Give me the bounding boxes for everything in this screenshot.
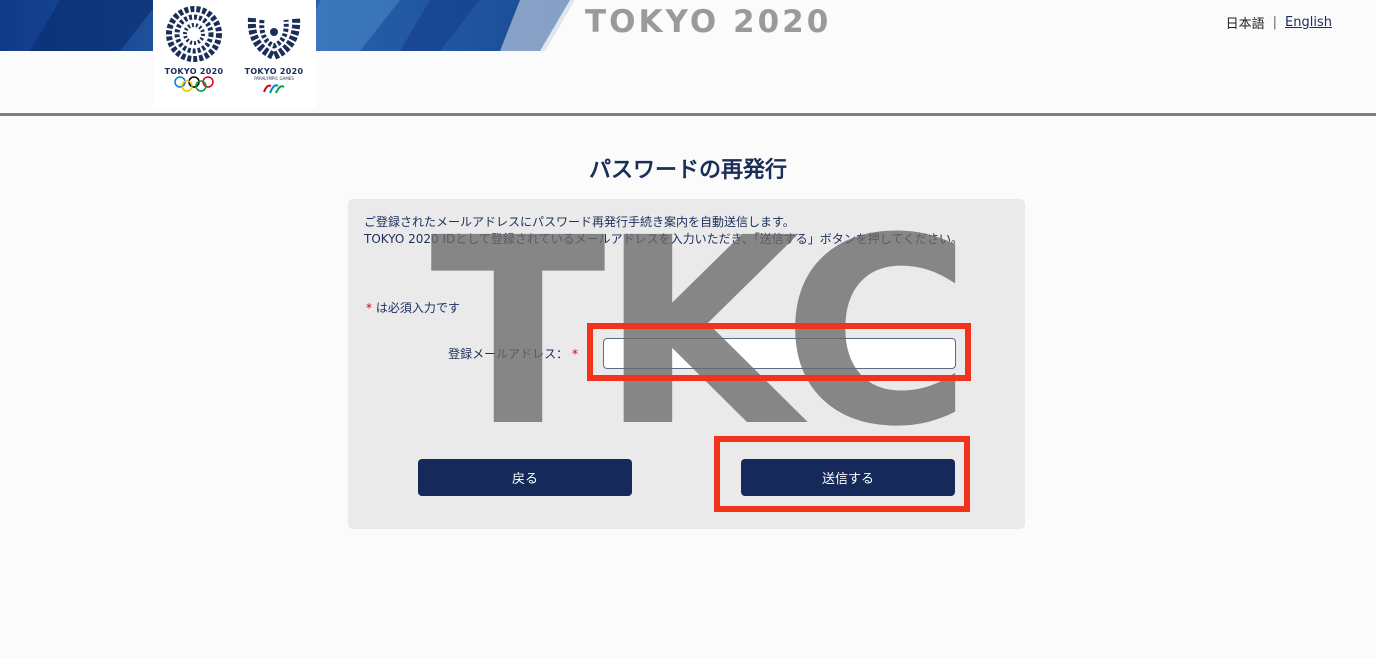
password-reset-form: ご登録されたメールアドレスにパスワード再発行手続き案内を自動送信します。 TOK… xyxy=(348,199,1025,529)
lang-separator: | xyxy=(1272,15,1278,30)
intro-line-1: ご登録されたメールアドレスにパスワード再発行手続き案内を自動送信します。 xyxy=(364,215,795,229)
intro-line-2: TOKYO 2020 IDとして登録されているメールアドレスを入力いただき、「送… xyxy=(364,232,964,246)
required-asterisk: * xyxy=(366,301,372,315)
paralympic-logo-subcaption: PARALYMPIC GAMES xyxy=(254,76,294,81)
logo-panel: TOKYO 2020 TOKYO 2020 PARALYMPIC GAMES xyxy=(153,0,316,108)
intro-text: ご登録されたメールアドレスにパスワード再発行手続き案内を自動送信します。 TOK… xyxy=(364,214,963,248)
paralympic-logo[interactable]: TOKYO 2020 PARALYMPIC GAMES xyxy=(244,6,304,100)
required-note: * は必須入力です xyxy=(366,299,460,316)
olympic-logo[interactable]: TOKYO 2020 xyxy=(164,6,224,96)
back-button[interactable]: 戻る xyxy=(418,459,632,496)
lang-english-link[interactable]: English xyxy=(1285,15,1332,30)
olympic-logo-caption: TOKYO 2020 xyxy=(164,67,224,76)
olympic-emblem-icon xyxy=(166,6,222,62)
paralympic-logo-caption: TOKYO 2020 xyxy=(244,67,304,76)
email-input[interactable] xyxy=(603,338,956,369)
site-header: TOKYO 2020 日本語 | English TOKYO 2020 TOKY… xyxy=(0,0,1376,116)
olympic-rings-icon xyxy=(174,76,214,92)
email-label-text: 登録メールアドレス： xyxy=(448,347,569,361)
email-label: 登録メールアドレス： * xyxy=(448,345,578,362)
agitos-icon xyxy=(263,84,285,94)
tokyo2020-wordmark: TOKYO 2020 xyxy=(585,4,832,40)
lang-japanese-link[interactable]: 日本語 xyxy=(1226,13,1265,32)
email-required-asterisk: * xyxy=(572,347,578,361)
language-switcher: 日本語 | English xyxy=(1226,13,1332,32)
paralympic-emblem-icon xyxy=(247,17,301,61)
required-note-text: は必須入力です xyxy=(375,301,460,315)
submit-button[interactable]: 送信する xyxy=(741,459,955,496)
page-title: パスワードの再発行 xyxy=(588,158,787,183)
